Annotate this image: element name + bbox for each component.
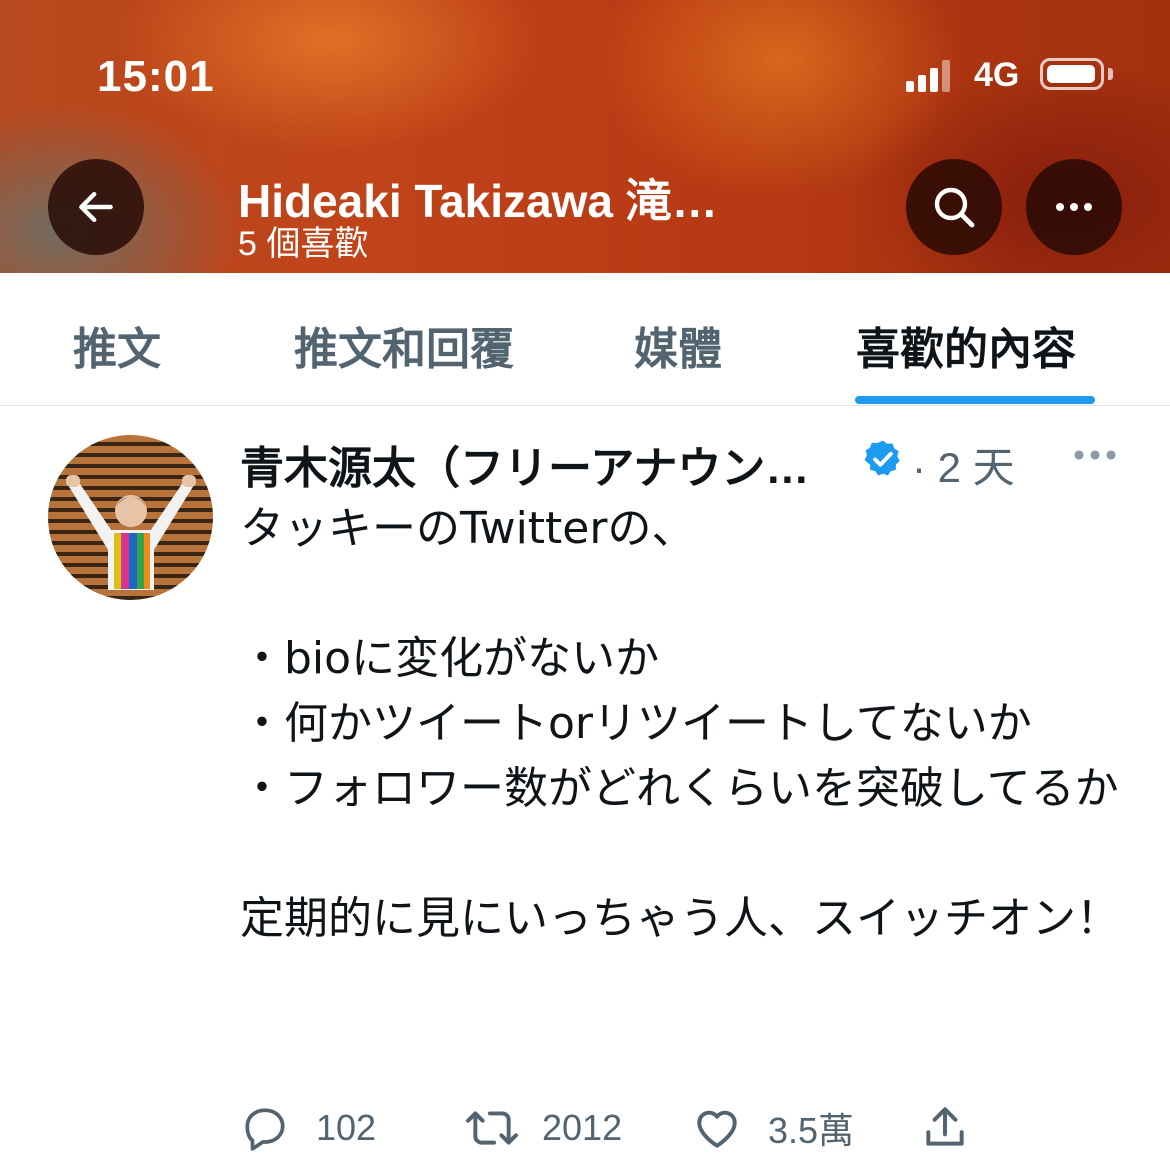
avatar[interactable] <box>48 435 213 600</box>
active-tab-indicator <box>855 396 1095 404</box>
retweet-icon <box>466 1111 518 1145</box>
profile-header-banner: 15:01 4G Hideaki Takizawa 滝… 5 個喜歡 <box>0 0 1170 273</box>
share-icon <box>926 1107 964 1146</box>
tweet-more-icon[interactable] <box>1070 440 1120 470</box>
search-button[interactable] <box>906 159 1002 255</box>
tab-posts[interactable]: 推文 <box>73 313 161 377</box>
heart-icon <box>697 1110 737 1148</box>
share-button[interactable] <box>920 1100 970 1156</box>
reply-button[interactable]: 102 <box>240 1100 376 1156</box>
more-options-button[interactable] <box>1026 159 1122 255</box>
tab-posts-and-replies[interactable]: 推文和回覆 <box>294 313 514 377</box>
signal-icon <box>906 60 950 92</box>
verified-badge-icon <box>864 440 900 476</box>
battery-tip <box>1108 68 1113 80</box>
tab-media[interactable]: 媒體 <box>634 313 722 377</box>
profile-tabs: 推文 推文和回覆 媒體 喜歡的內容 <box>0 273 1170 406</box>
tab-likes[interactable]: 喜歡的內容 <box>856 313 1076 377</box>
tweet-timestamp[interactable]: · 2 天 <box>912 434 1015 495</box>
reply-count: 102 <box>316 1107 377 1148</box>
arrow-left-icon <box>79 191 113 223</box>
likes-count-subtitle: 5 個喜歡 <box>238 225 369 263</box>
status-time: 15:01 <box>97 52 215 101</box>
search-icon <box>934 187 975 228</box>
like-count: 3.5萬 <box>768 1110 855 1151</box>
like-button[interactable]: 3.5萬 <box>692 1100 854 1156</box>
avatar-photo <box>66 475 196 590</box>
more-icon <box>1056 203 1092 211</box>
tweet-author-name[interactable]: 青木源太（フリーアナウンサー） <box>240 432 852 496</box>
battery-icon <box>1040 58 1104 90</box>
reply-icon <box>245 1108 285 1151</box>
retweet-button[interactable]: 2012 <box>464 1100 622 1156</box>
network-label: 4G <box>974 56 1020 94</box>
tweet-text: タッキーのTwitterの、 ・bioに変化がないか ・何かツイートorリツイー… <box>240 503 1120 944</box>
tweet-actions: 102 2012 3.5萬 <box>240 1100 1140 1156</box>
retweet-count: 2012 <box>542 1107 623 1148</box>
back-button[interactable] <box>48 159 144 255</box>
